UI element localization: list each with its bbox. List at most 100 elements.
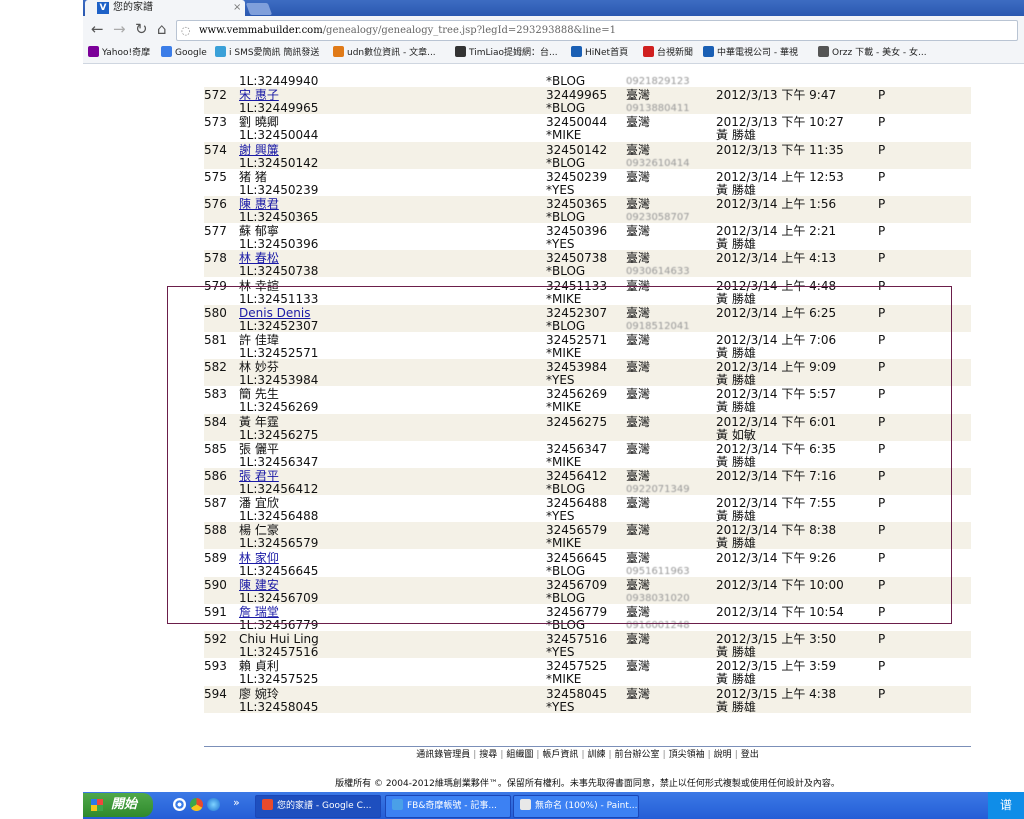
bookmark-item[interactable]: Yahoo!奇摩 — [88, 44, 150, 63]
bookmark-item[interactable]: 中華電視公司 - 華視 — [703, 44, 798, 63]
source-tag: *MIKE — [546, 291, 582, 306]
footer-separator: | — [536, 750, 540, 760]
footer-link[interactable]: 通訊錄管理員 — [416, 750, 470, 760]
new-tab-button[interactable] — [245, 3, 273, 15]
source-tag: *BLOG — [546, 101, 586, 116]
sponsor-name: 黃 勝雄 — [716, 672, 756, 687]
member-name[interactable]: 謝 興簾 — [239, 143, 279, 157]
position-flag: P — [878, 632, 886, 647]
position-flag: P — [878, 659, 886, 674]
member-id: 1L:32456275 — [239, 427, 319, 442]
row-number: 573 — [204, 115, 227, 130]
bookmark-item[interactable]: Orzz 下載 - 美女 - 女... — [818, 44, 927, 63]
footer-link[interactable]: 頂尖領袖 — [669, 750, 705, 760]
position-flag: P — [878, 469, 886, 483]
task-label: 您的家譜 - Google C... — [277, 801, 372, 811]
table-row: 593 賴 貞利 1L:32457525 32457525 *MIKE 臺灣 2012/3/… — [204, 658, 971, 687]
member-name[interactable]: 陳 建安 — [239, 578, 279, 592]
member-code: 32456347 — [546, 441, 608, 456]
footer-separator: | — [734, 750, 738, 760]
bookmark-item[interactable]: udn數位資訊 - 文章... — [333, 44, 436, 63]
quicklaunch-ie-icon[interactable] — [173, 798, 186, 811]
bookmark-item[interactable]: TimLiao提姆網：台... — [455, 44, 558, 63]
row-number: 574 — [204, 142, 227, 157]
member-code: 32451133 — [546, 278, 608, 293]
join-date: 2012/3/14 下午 7:16 — [716, 469, 837, 483]
phone-number: 0922071349 — [626, 484, 690, 495]
source-tag: *BLOG — [546, 264, 586, 279]
table-row: 574 謝 興簾 1L:32450142 32450142 *BLOG 臺灣 0932610… — [204, 141, 971, 169]
footer-link[interactable]: 組織圖 — [506, 750, 533, 760]
location: 臺灣 — [626, 142, 651, 157]
bookmark-item[interactable]: i SMS愛簡訊 簡訊發送 — [215, 44, 319, 63]
location: 臺灣 — [626, 360, 651, 375]
row-number: 581 — [204, 333, 227, 347]
member-id: 1L:32452571 — [239, 346, 319, 360]
location: 臺灣 — [626, 251, 651, 266]
tab-title: 您的家譜 — [113, 2, 153, 13]
footer-link[interactable]: 訓練 — [587, 750, 605, 760]
footer-link[interactable]: 搜尋 — [479, 750, 497, 760]
reload-icon[interactable]: ↻ — [135, 20, 148, 38]
location: 臺灣 — [626, 632, 651, 647]
member-id: 1L:32451133 — [239, 291, 319, 306]
sponsor-name: 黃 勝雄 — [716, 400, 756, 415]
footer-separator: | — [500, 750, 504, 760]
taskbar-task-button[interactable]: FB&奇摩帳號 - 記事... — [385, 795, 511, 818]
footer-link[interactable]: 前台辦公室 — [615, 750, 660, 760]
bookmark-item[interactable]: 台視新聞 — [643, 44, 693, 63]
taskbar-task-button[interactable]: 您的家譜 - Google C... — [255, 795, 381, 818]
phone-number: 0938031020 — [626, 592, 690, 604]
position-flag: P — [878, 115, 886, 130]
table-row: 1L:32449940 *BLOG 0921829123 — [204, 64, 971, 88]
row-number: 589 — [204, 550, 227, 565]
member-name[interactable]: 林 家仰 — [239, 551, 279, 565]
source-tag: *YES — [546, 645, 575, 660]
footer-link[interactable]: 說明 — [714, 750, 732, 760]
row-number: 592 — [204, 632, 227, 647]
tab-active[interactable]: V 您的家譜 × — [85, 0, 245, 16]
page-info-icon[interactable]: ◌ — [181, 21, 191, 40]
location: 臺灣 — [626, 169, 651, 184]
system-tray[interactable]: 谱 — [988, 792, 1024, 819]
footer-link[interactable]: 登出 — [741, 750, 759, 760]
back-arrow-icon[interactable]: ← — [91, 20, 104, 38]
row-number: 590 — [204, 577, 227, 592]
row-number: 577 — [204, 224, 227, 239]
bookmark-item[interactable]: Google — [161, 44, 207, 63]
footer-separator: | — [707, 750, 711, 760]
source-tag: *YES — [546, 182, 575, 197]
forward-arrow-icon[interactable]: → — [113, 20, 126, 38]
footer-link[interactable]: 帳戶資訊 — [542, 750, 578, 760]
member-code: 32450142 — [546, 142, 608, 157]
member-name[interactable]: Denis Denis — [239, 306, 310, 320]
start-button[interactable]: 開始 — [83, 793, 153, 817]
phone-number: 0951611963 — [626, 565, 690, 577]
quicklaunch-more-icon[interactable]: » — [233, 796, 240, 809]
member-id: 1L:32456269 — [239, 400, 319, 415]
table-row: 581 許 佳瑋 1L:32452571 32452571 *MIKE 臺灣 2012/3/… — [204, 332, 971, 360]
address-bar[interactable]: ◌ www.vemmabuilder.com/genealogy/genealo… — [176, 20, 1018, 41]
table-row: 588 楊 仁豪 1L:32456579 32456579 *MIKE 臺灣 2012/3/… — [204, 522, 971, 550]
url-path: /genealogy/genealogy_tree.jsp?legId=2932… — [322, 25, 616, 36]
row-number: 588 — [204, 523, 227, 538]
member-id: 1L:32449965 — [239, 101, 319, 116]
source-tag: *BLOG — [546, 482, 586, 496]
home-icon[interactable]: ⌂ — [157, 20, 167, 38]
join-date: 2012/3/14 上午 4:13 — [716, 251, 837, 266]
quicklaunch-chrome-icon[interactable] — [190, 798, 203, 811]
table-row: 585 張 儷平 1L:32456347 32456347 *MIKE 臺灣 2012/3/… — [204, 441, 971, 468]
phone-number: 0923058707 — [626, 212, 690, 223]
bookmark-favicon-icon — [818, 46, 829, 57]
sponsor-name: 黃 勝雄 — [716, 128, 756, 143]
position-flag: P — [878, 605, 886, 619]
tab-close-icon[interactable]: × — [233, 0, 241, 16]
bookmark-item[interactable]: HiNet首頁 — [571, 44, 628, 63]
row-number: 580 — [204, 305, 227, 320]
taskbar-task-button[interactable]: 無命名 (100%) - Paint... — [513, 795, 639, 818]
member-name: 張 儷平 — [239, 441, 279, 456]
phone-number: 0916001248 — [626, 620, 690, 631]
quicklaunch-globe-icon[interactable] — [207, 798, 220, 811]
member-code: 32456275 — [546, 414, 608, 429]
position-flag: P — [878, 686, 886, 701]
